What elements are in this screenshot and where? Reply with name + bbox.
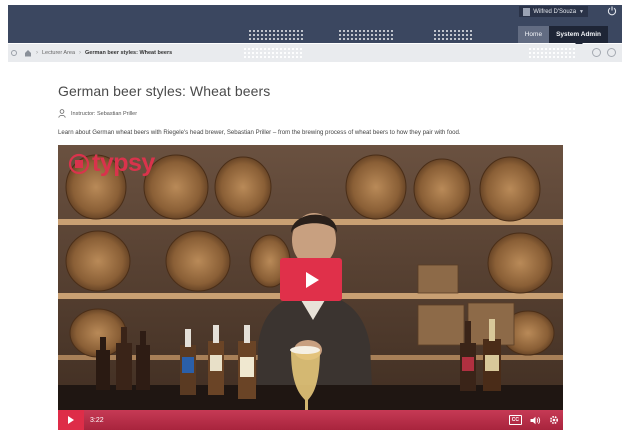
play-icon [306,271,319,288]
user-name: Wilfred D'Souza [533,8,577,15]
course-description: Learn about German wheat beers with Rieg… [58,129,461,136]
nav-tab-system-admin[interactable]: System Admin [549,26,608,47]
control-right-group: CC [508,410,559,430]
instructor-line: Instructor: Sebastian Priller [58,109,137,118]
breadcrumb-lecturer-area[interactable]: Lecturer Area [42,50,75,56]
play-icon [68,416,74,424]
breadcrumb-separator: › [79,50,82,56]
typsy-logo-icon [68,153,90,174]
eye-icon[interactable] [592,48,601,57]
main-nav: Home System Admin [517,26,608,47]
breadcrumb-dot-pattern [528,47,576,59]
top-header: Wilfred D'Souza ▼ Home System Admin [8,5,622,47]
breadcrumb-current: German beer styles: Wheat beers [85,50,173,56]
settings-circle-icon[interactable] [607,48,616,57]
nav-tab-home[interactable]: Home [517,26,550,43]
header-dot-pattern [433,29,473,41]
control-play-button[interactable] [58,410,84,430]
person-icon [58,109,66,118]
user-avatar [523,7,531,16]
video-play-button[interactable] [280,258,342,301]
home-icon[interactable] [24,49,32,57]
closed-captions-icon[interactable]: CC [508,415,522,425]
video-time: 3:22 [90,416,104,424]
gear-icon[interactable] [549,415,559,425]
video-player[interactable]: typsy 3:22 CC [58,145,563,430]
header-dot-pattern [338,29,394,41]
breadcrumb: › Lecturer Area › German beer styles: Wh… [8,44,622,62]
breadcrumb-dot-pattern [243,47,303,59]
power-icon[interactable] [606,5,618,17]
breadcrumb-tools [592,48,616,57]
user-menu[interactable]: Wilfred D'Souza ▼ [519,6,588,17]
video-controls: 3:22 CC [58,410,563,430]
breadcrumb-separator: › [36,50,38,56]
page-title: German beer styles: Wheat beers [58,83,271,99]
typsy-logo-text: typsy [92,149,155,177]
chevron-down-icon: ▼ [579,8,584,15]
collapse-dot-icon[interactable] [11,50,17,56]
volume-icon[interactable] [530,416,541,425]
typsy-logo: typsy [68,151,155,176]
instructor-name: Instructor: Sebastian Priller [71,110,138,117]
header-dot-pattern [248,29,304,41]
